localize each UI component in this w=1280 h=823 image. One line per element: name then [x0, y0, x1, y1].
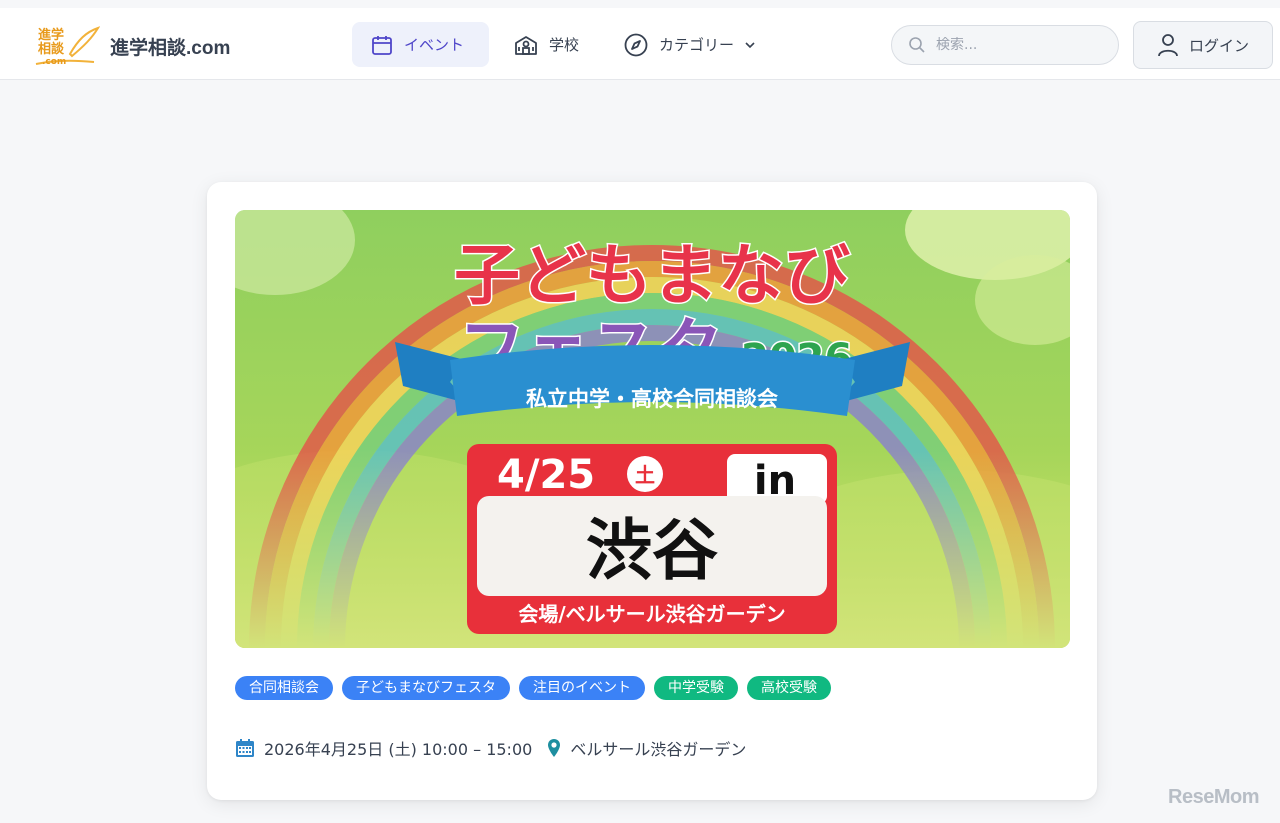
event-datetime: 2026年4月25日 (土) 10:00 – 15:00 [264, 740, 533, 759]
site-logo[interactable]: 進学 相談 .com [34, 24, 101, 68]
banner-venue: 会場/ベルサール渋谷ガーデン [518, 602, 785, 626]
search-input[interactable] [936, 37, 1096, 53]
site-header: 進学 相談 .com 進学相談.com イベント 学校 カテゴリー 検索... … [0, 8, 1280, 80]
logo-quill-icon: 進学 相談 .com [35, 26, 101, 67]
logo-mark-line3: .com [42, 57, 66, 67]
search-icon [909, 37, 925, 53]
logo-mark-line1: 進学 [38, 27, 64, 43]
site-name[interactable]: 進学相談.com [110, 33, 230, 60]
banner-in-label: in [754, 458, 796, 504]
tag-high-school-exam[interactable]: 高校受験 [747, 676, 831, 700]
compass-icon [624, 33, 648, 56]
user-icon [1158, 34, 1178, 57]
school-icon [515, 35, 537, 55]
banner-date: 4/25 [497, 452, 595, 498]
banner-title-line1: 子どもまなび [454, 237, 850, 314]
nav-item-categories-label: カテゴリー [659, 36, 735, 54]
chevron-down-icon [745, 41, 755, 48]
search-box[interactable] [891, 25, 1119, 65]
banner-weekday: 土 [635, 463, 655, 487]
calendar-icon [236, 739, 254, 757]
event-banner-illustration: 子どもまなび フェスタ 2026 私立中学・高校合同相談会 4/25 土 in … [235, 210, 1070, 648]
tag-junior-high-exam[interactable]: 中学受験 [654, 676, 738, 700]
tag-kodomo-manabi-festa[interactable]: 子どもまなびフェスタ [342, 676, 510, 700]
nav-item-events-label: イベント [404, 36, 465, 54]
resemom-watermark: ReseMom [1168, 786, 1259, 808]
map-pin-icon [548, 739, 561, 757]
tag-joint-consultation[interactable]: 合同相談会 [235, 676, 333, 700]
event-info: 2026年4月25日 (土) 10:00 – 15:00 ベルサール渋谷ガーデン [235, 736, 746, 760]
nav-item-categories[interactable]: カテゴリー [605, 22, 775, 67]
event-location: ベルサール渋谷ガーデン [570, 740, 747, 759]
event-banner-image[interactable]: 子どもまなび フェスタ 2026 私立中学・高校合同相談会 4/25 土 in … [235, 210, 1070, 648]
nav-item-events[interactable]: イベント [352, 22, 489, 67]
event-tags: 合同相談会 子どもまなびフェスタ 注目のイベント 中学受験 高校受験 [235, 676, 831, 700]
logo-mark-line2: 相談 [38, 41, 65, 57]
login-button[interactable]: ログイン [1133, 21, 1273, 69]
banner-subtitle: 私立中学・高校合同相談会 [526, 387, 778, 411]
tag-featured-event[interactable]: 注目のイベント [519, 676, 645, 700]
event-card[interactable]: 子どもまなび フェスタ 2026 私立中学・高校合同相談会 4/25 土 in … [207, 182, 1097, 800]
calendar-icon [372, 35, 392, 55]
banner-place: 渋谷 [586, 512, 718, 589]
nav-item-schools[interactable]: 学校 [495, 22, 600, 67]
nav-item-schools-label: 学校 [549, 36, 580, 54]
login-button-label: ログイン [1188, 36, 1249, 55]
